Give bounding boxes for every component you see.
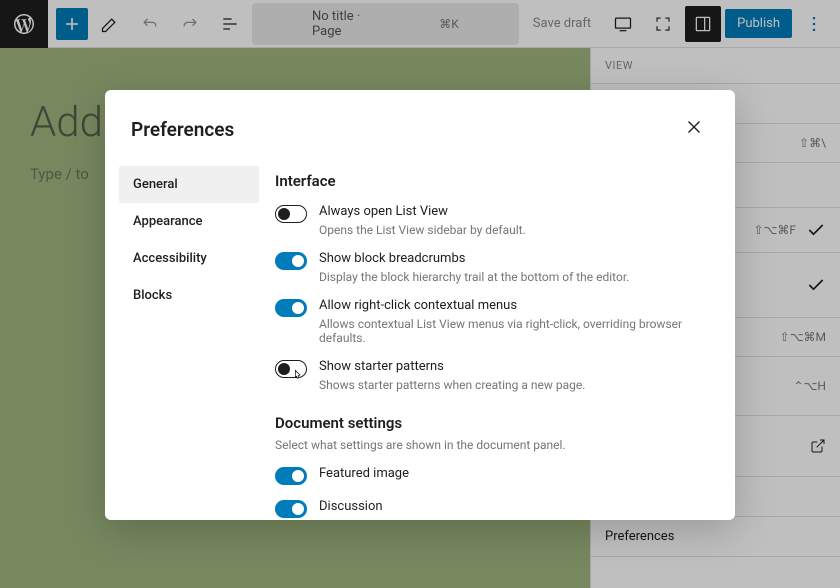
nav-accessibility[interactable]: Accessibility <box>119 240 259 277</box>
section-document-title: Document settings <box>275 414 709 432</box>
pref-label: Always open List View <box>319 204 526 219</box>
cursor-icon <box>290 369 306 385</box>
toggle-list-view[interactable] <box>275 205 307 223</box>
section-document-desc: Select what settings are shown in the do… <box>275 438 709 452</box>
preferences-modal: Preferences General Appearance Accessibi… <box>105 90 735 520</box>
preferences-nav: General Appearance Accessibility Blocks <box>105 160 275 520</box>
toggle-featured-image[interactable] <box>275 467 307 485</box>
pref-hint: Shows starter patterns when creating a n… <box>319 378 585 392</box>
section-interface-title: Interface <box>275 172 709 190</box>
pref-label: Discussion <box>319 499 383 514</box>
pref-label: Allow right-click contextual menus <box>319 298 709 313</box>
pref-label: Show block breadcrumbs <box>319 251 629 266</box>
toggle-right-click[interactable] <box>275 299 307 317</box>
close-icon <box>683 116 705 138</box>
pref-label: Featured image <box>319 466 409 481</box>
modal-title: Preferences <box>131 118 234 141</box>
nav-appearance[interactable]: Appearance <box>119 203 259 240</box>
nav-blocks[interactable]: Blocks <box>119 277 259 314</box>
nav-general[interactable]: General <box>119 166 259 203</box>
pref-hint: Opens the List View sidebar by default. <box>319 223 526 237</box>
close-button[interactable] <box>679 112 709 146</box>
toggle-discussion[interactable] <box>275 500 307 518</box>
pref-hint: Display the block hierarchy trail at the… <box>319 270 629 284</box>
preferences-content: Interface Always open List View Opens th… <box>275 160 735 520</box>
toggle-starter-patterns[interactable] <box>275 360 307 378</box>
toggle-breadcrumbs[interactable] <box>275 252 307 270</box>
pref-hint: Allows contextual List View menus via ri… <box>319 317 709 345</box>
pref-label: Show starter patterns <box>319 359 585 374</box>
